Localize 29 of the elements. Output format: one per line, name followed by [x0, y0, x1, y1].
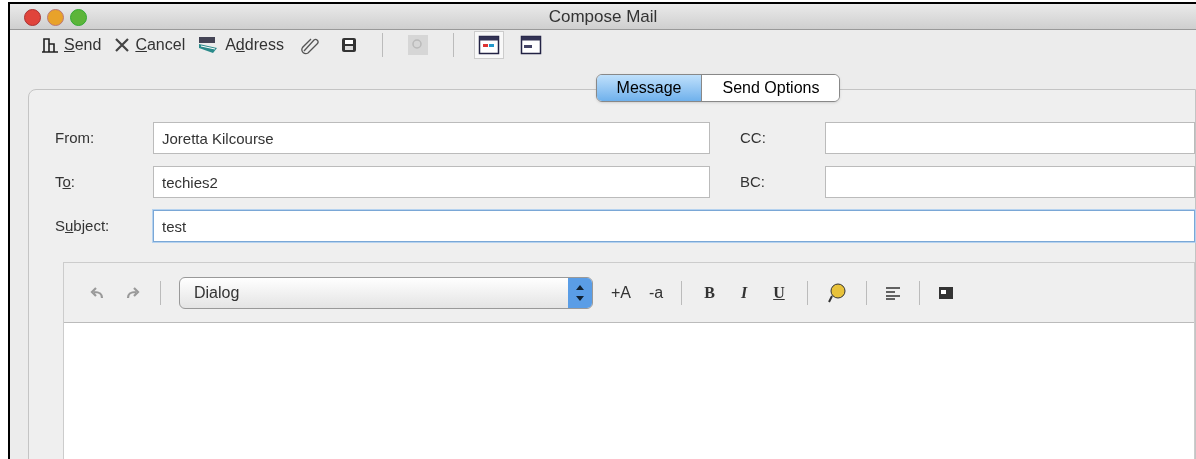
- text-field[interactable]: [825, 122, 1195, 154]
- text-field[interactable]: techies2: [153, 166, 710, 198]
- window-title: Compose Mail: [548, 5, 658, 28]
- minimize-window-icon[interactable]: [47, 9, 64, 26]
- close-window-icon[interactable]: [24, 9, 41, 26]
- toolbar-button[interactable]: Send: [40, 33, 102, 57]
- field-label: From:: [55, 128, 95, 146]
- text-field[interactable]: Joretta Kilcourse: [153, 122, 710, 154]
- font-dropdown[interactable]: Dialog: [179, 276, 593, 309]
- field-label: To:: [55, 172, 75, 190]
- underline-button[interactable]: U: [769, 280, 789, 305]
- bold-button[interactable]: B: [700, 280, 719, 305]
- align-icon[interactable]: [884, 284, 901, 301]
- field-label: Subject:: [55, 216, 110, 234]
- color-palette-icon[interactable]: [825, 281, 848, 304]
- grow-font-button[interactable]: +A: [611, 280, 631, 305]
- text-field[interactable]: test: [153, 210, 1195, 242]
- close-icon: [113, 36, 132, 54]
- tab[interactable]: Message: [596, 75, 703, 101]
- stepper-arrows-icon: [568, 277, 592, 308]
- shrink-font-button[interactable]: -a: [649, 280, 664, 305]
- field-label: BC:: [740, 172, 765, 190]
- italic-button[interactable]: I: [736, 280, 752, 305]
- text-field[interactable]: [825, 166, 1195, 198]
- toolbar-button[interactable]: Cancel: [113, 33, 186, 57]
- field-label: CC:: [740, 128, 766, 146]
- image-icon[interactable]: [937, 285, 954, 300]
- toolbar-button[interactable]: Address: [197, 33, 284, 57]
- tab[interactable]: Send Options: [702, 75, 840, 101]
